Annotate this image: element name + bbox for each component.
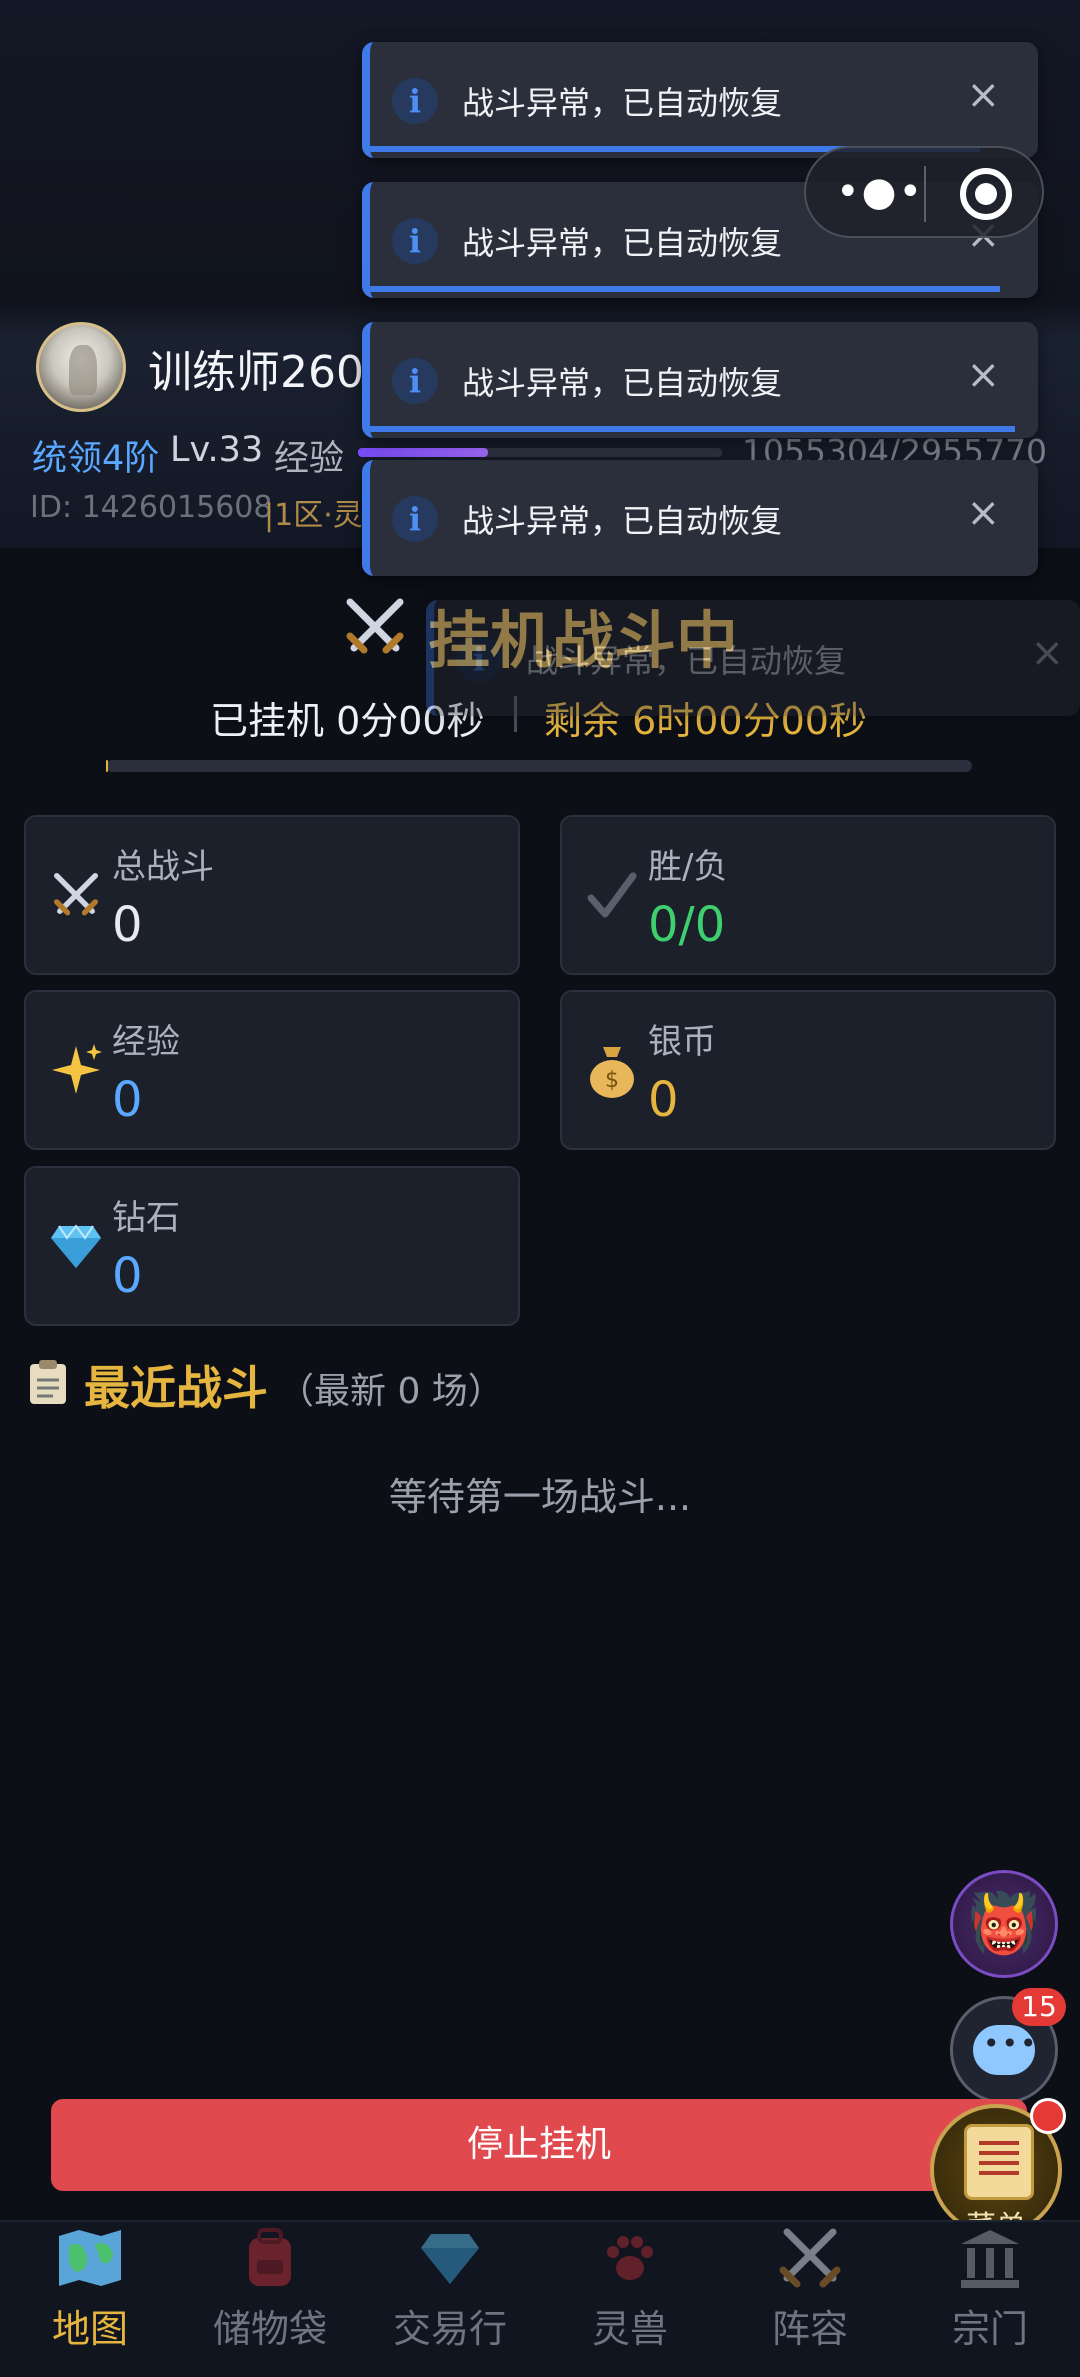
battle-progress-fill — [106, 760, 108, 772]
crossed-swords-icon — [46, 865, 106, 925]
close-icon[interactable]: × — [966, 490, 1000, 536]
toast-message: 战斗异常，已自动恢复 — [462, 224, 783, 262]
toast-message: 战斗异常，已自动恢复 — [462, 502, 783, 540]
exp-bar-fill — [358, 448, 488, 457]
stat-label: 银币 — [648, 1022, 716, 1062]
crossed-swords-icon — [779, 2228, 841, 2288]
close-miniprogram-icon[interactable] — [960, 168, 1012, 220]
battle-progress-bar — [106, 760, 972, 772]
sparkles-icon — [46, 1040, 106, 1100]
paw-icon — [607, 2236, 653, 2280]
stat-label: 经验 — [112, 1022, 180, 1062]
chat-bubble-icon — [973, 2025, 1039, 2075]
menu-notification-dot — [1030, 2098, 1066, 2134]
stat-label: 胜/负 — [648, 847, 728, 887]
nav-item-trade[interactable]: 交易行 — [360, 2222, 540, 2377]
nav-label: 地图 — [51, 2307, 128, 2351]
nav-label: 灵兽 — [591, 2307, 668, 2351]
toast-message: 战斗异常，已自动恢复 — [462, 364, 783, 402]
player-id: ID: 1426015608 — [30, 490, 273, 525]
stat-value: 0 — [112, 1072, 143, 1128]
nav-label: 储物袋 — [212, 2307, 327, 2351]
info-icon: i — [392, 78, 438, 124]
svg-text:$: $ — [605, 1068, 619, 1093]
recent-battles-title: 最近战斗 — [84, 1361, 268, 1415]
stat-card-total: 总战斗 0 — [24, 815, 520, 975]
bottom-nav: 地图 储物袋 交易行 灵兽 阵容 宗门 — [0, 2220, 1080, 2377]
toast-notification: i 战斗异常，已自动恢复 × — [362, 460, 1038, 576]
nav-item-beast[interactable]: 灵兽 — [540, 2222, 720, 2377]
info-icon: i — [392, 496, 438, 542]
stat-card-silver: $ 银币 0 — [560, 990, 1056, 1150]
stat-value: 0 — [112, 897, 143, 953]
nav-item-bag[interactable]: 储物袋 — [180, 2222, 360, 2377]
crossed-swords-icon — [346, 598, 404, 654]
nav-item-formation[interactable]: 阵容 — [720, 2222, 900, 2377]
checkmark-icon — [582, 865, 642, 925]
toast-notification: i 战斗异常，已自动恢复 × — [362, 42, 1038, 158]
empty-battles-message: 等待第一场战斗... — [388, 1475, 692, 1519]
stat-value: 0/0 — [648, 897, 726, 953]
player-avatar[interactable] — [36, 322, 126, 412]
close-icon[interactable]: × — [966, 72, 1000, 118]
scroll-icon — [964, 2124, 1034, 2200]
miniprogram-capsule: •●• — [804, 146, 1044, 238]
stat-card-exp: 经验 0 — [24, 990, 520, 1150]
toast-message: 战斗异常，已自动恢复 — [526, 642, 847, 680]
stat-value: 0 — [112, 1248, 143, 1304]
close-icon[interactable]: × — [1030, 630, 1064, 676]
stat-value: 0 — [648, 1072, 679, 1128]
nav-label: 阵容 — [771, 2307, 848, 2351]
info-icon: i — [392, 358, 438, 404]
stat-label: 钻石 — [112, 1198, 180, 1238]
toast-notification-entering: i 战斗异常，已自动恢复 × — [426, 600, 1080, 716]
backpack-icon — [249, 2228, 291, 2286]
money-bag-icon: $ — [582, 1040, 642, 1100]
player-level: Lv.33 — [170, 430, 264, 470]
map-icon — [59, 2230, 121, 2286]
demon-button[interactable]: 👹 — [950, 1870, 1058, 1978]
nav-item-sect[interactable]: 宗门 — [900, 2222, 1080, 2377]
exp-label: 经验 — [274, 439, 345, 479]
clipboard-icon — [30, 1360, 66, 1404]
player-rank: 统领4阶 — [32, 439, 160, 479]
nav-label: 交易行 — [392, 2307, 507, 2351]
toast-timer-bar — [370, 286, 1000, 292]
nav-item-map[interactable]: 地图 — [0, 2222, 180, 2377]
nav-label: 宗门 — [951, 2307, 1028, 2351]
stop-idle-button[interactable]: 停止挂机 — [51, 2099, 1027, 2191]
exp-bar — [358, 448, 722, 457]
toast-timer-bar — [370, 426, 1015, 432]
toast-message: 战斗异常，已自动恢复 — [462, 84, 783, 122]
temple-icon — [961, 2230, 1019, 2288]
more-icon[interactable]: •●• — [836, 172, 924, 212]
stat-label: 总战斗 — [112, 847, 214, 887]
toast-notification: i 战斗异常，已自动恢复 × — [362, 322, 1038, 438]
player-name: 训练师260 — [148, 347, 364, 398]
capsule-divider — [924, 166, 926, 222]
info-icon: i — [392, 218, 438, 264]
server-label: |1区·灵 — [264, 498, 363, 533]
chat-unread-badge: 15 — [1012, 1988, 1066, 2026]
gem-icon — [421, 2234, 479, 2284]
stat-card-diamond: 钻石 0 — [24, 1166, 520, 1326]
diamond-icon — [46, 1216, 106, 1276]
recent-battles-count: （最新 0 场） — [278, 1371, 504, 1412]
stat-card-winloss: 胜/负 0/0 — [560, 815, 1056, 975]
info-icon: i — [456, 636, 502, 682]
close-icon[interactable]: × — [966, 352, 1000, 398]
